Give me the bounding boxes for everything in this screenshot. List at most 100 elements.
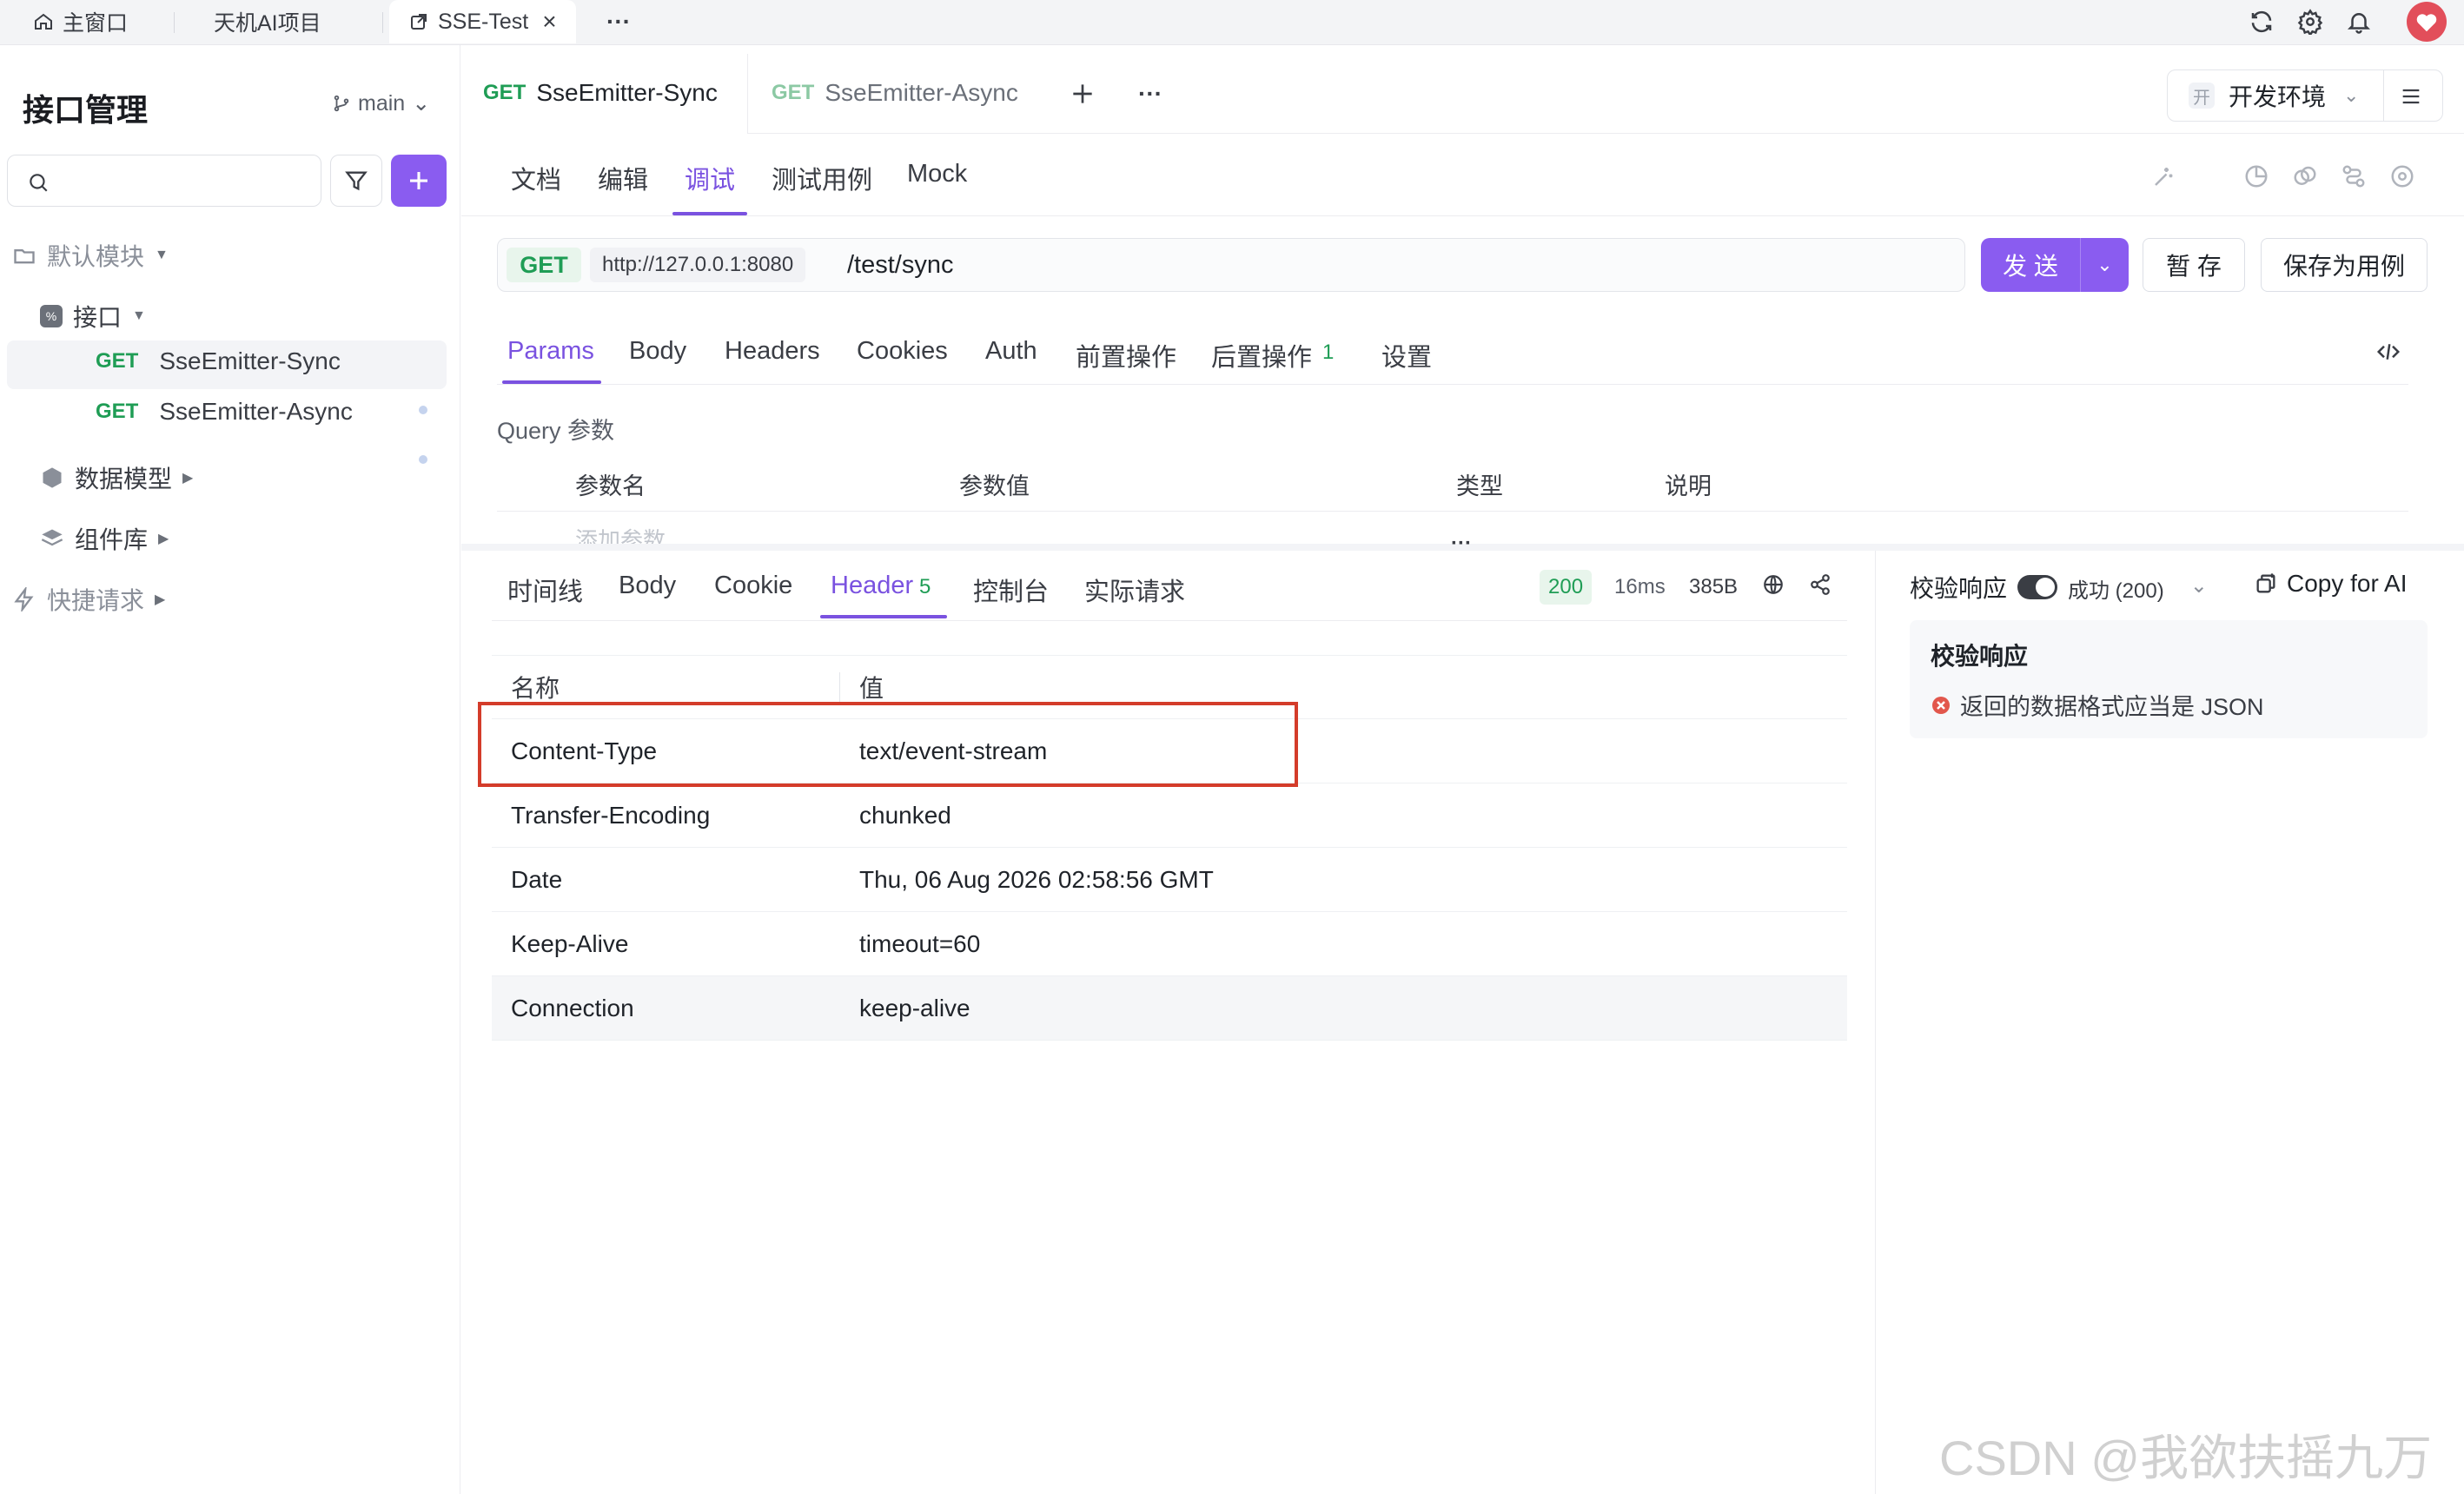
search-input[interactable] [7,155,321,207]
magic-icon[interactable] [2151,163,2177,189]
chevron-down-icon: ⌄ [2343,84,2360,106]
api-tab-sse-sync[interactable]: GET SseEmitter-Sync [483,54,718,132]
env-label: 开发环境 [2229,83,2327,110]
tree-item-sse-sync[interactable]: GET SseEmitter-Sync [96,347,341,375]
bell-icon[interactable] [2346,9,2372,35]
tab-mock[interactable]: Mock [907,160,967,188]
tab-console[interactable]: 控制台 [973,572,1049,608]
filter-icon [345,171,368,191]
tab-doc[interactable]: 文档 [511,160,561,196]
save-as-case-button[interactable]: 保存为用例 [2261,238,2428,292]
tab-params[interactable]: Params [507,337,594,366]
validate-toggle[interactable] [2017,575,2058,599]
table-row: Keep-Alive timeout=60 [492,912,1847,976]
resize-handle-icon[interactable]: ··· [1451,532,1472,556]
header-count: 5 [919,575,931,598]
link-icon[interactable] [2341,163,2367,189]
header-name: Transfer-Encoding [511,801,711,829]
branch-selector[interactable]: main ⌄ [332,90,430,116]
header-value: chunked [859,801,951,829]
result-select[interactable]: 成功 (200) ⌄ [2068,573,2208,604]
tree-item-name: SseEmitter-Sync [159,347,341,374]
tree-data-model[interactable]: 数据模型 ▶ [40,460,193,495]
tab-body[interactable]: Body [629,337,686,366]
bolt-icon [14,587,34,611]
tab-edit[interactable]: 编辑 [598,160,648,196]
tree-quick-request[interactable]: 快捷请求 ▶ [12,582,165,617]
tree-item-sse-async[interactable]: GET SseEmitter-Async [96,398,353,426]
window-tab-project[interactable]: 天机AI项目 [214,0,321,43]
more-tabs-button[interactable]: ··· [606,0,631,43]
tab-test-cases[interactable]: 测试用例 [772,160,872,196]
layers-icon [41,529,63,546]
tab-cookies[interactable]: Cookies [857,337,948,366]
window-tab-sse-test[interactable]: SSE-Test × [389,0,576,43]
share-icon[interactable] [1809,573,1831,596]
caret-right-icon: ▶ [158,532,169,546]
api-folder-icon: % [40,305,63,327]
home-icon [33,11,54,32]
copy-icon[interactable] [2292,163,2318,189]
tab-headers[interactable]: Headers [725,337,820,366]
tree-default-module[interactable]: 默认模块 ▼ [12,238,169,273]
tab-actual-request[interactable]: 实际请求 [1084,572,1185,608]
gear-icon[interactable] [2389,163,2415,189]
tree-api-folder[interactable]: % 接口 ▼ [40,299,146,334]
copy-for-ai-button[interactable]: Copy for AI [2254,570,2408,598]
tab-resp-header[interactable]: Header [831,572,913,600]
avatar[interactable] [2407,2,2447,42]
col-name-header: 名称 [511,675,560,702]
tab-auth[interactable]: Auth [985,337,1037,366]
method-badge: GET [96,349,139,373]
validate-toggle-row: 校验响应 [1910,570,2058,605]
api-tab-name: SseEmitter-Sync [536,79,718,106]
filter-button[interactable] [330,155,382,207]
tree-components[interactable]: 组件库 ▶ [40,521,169,556]
response-size: 385B [1689,575,1739,598]
header-value: timeout=60 [859,929,981,957]
copy-ai-icon [2256,573,2275,593]
tab-debug[interactable]: 调试 [685,160,735,196]
path-input[interactable]: /test/sync [847,251,954,280]
caret-right-icon: ▶ [155,592,166,607]
chart-icon[interactable] [2243,163,2269,189]
tree-label: 快捷请求 [47,587,145,614]
tab-more-button[interactable]: ··· [1138,80,1162,108]
add-param-input[interactable]: 添加参数 [575,523,666,545]
add-button[interactable] [391,155,447,207]
api-tab-name: SseEmitter-Async [825,79,1018,106]
tab-resp-cookie[interactable]: Cookie [714,572,792,600]
base-url[interactable]: http://127.0.0.1:8080 [590,248,806,282]
save-temp-button[interactable]: 暂 存 [2143,238,2245,292]
api-tab-sse-async[interactable]: GET SseEmitter-Async [772,54,1018,132]
chevron-down-icon: ⌄ [2189,574,2208,598]
tab-post-ops[interactable]: 后置操作 [1211,337,1312,374]
tab-timeline[interactable]: 时间线 [507,572,583,608]
new-tab-button[interactable] [1069,80,1096,108]
tab-resp-body[interactable]: Body [619,572,676,600]
refresh-icon[interactable] [2249,9,2275,35]
settings-icon[interactable] [2297,9,2323,35]
branch-name: main [358,90,406,116]
method-selector[interactable]: GET [507,248,581,282]
tab-pre-ops[interactable]: 前置操作 [1076,337,1176,374]
validation-error-text: 返回的数据格式应当是 JSON [1960,694,2264,720]
caret-right-icon: ▶ [182,471,194,486]
post-ops-count: 1 [1322,340,1335,364]
code-icon[interactable] [2375,339,2401,365]
close-icon[interactable]: × [542,8,556,36]
send-options-chevron-icon[interactable]: ⌄ [2081,238,2129,292]
globe-icon[interactable] [1762,573,1785,596]
watermark: CSDN @我欲扶摇九万里 [1939,1431,2433,1485]
external-link-icon [408,11,429,32]
plus-icon [410,172,427,189]
window-tab-home[interactable]: 主窗口 [33,0,128,43]
copy-ai-label: Copy for AI [2287,570,2408,597]
send-button[interactable]: 发 送 [1981,238,2080,292]
table-row: Transfer-Encoding chunked [492,783,1847,848]
validation-title: 校验响应 [1931,643,2029,670]
url-bar[interactable]: GET http://127.0.0.1:8080 /test/sync [497,238,1965,292]
tab-settings[interactable]: 设置 [1381,337,1432,374]
environment-selector[interactable]: 开 开发环境 ⌄ [2167,69,2443,122]
branch-icon [334,95,349,112]
